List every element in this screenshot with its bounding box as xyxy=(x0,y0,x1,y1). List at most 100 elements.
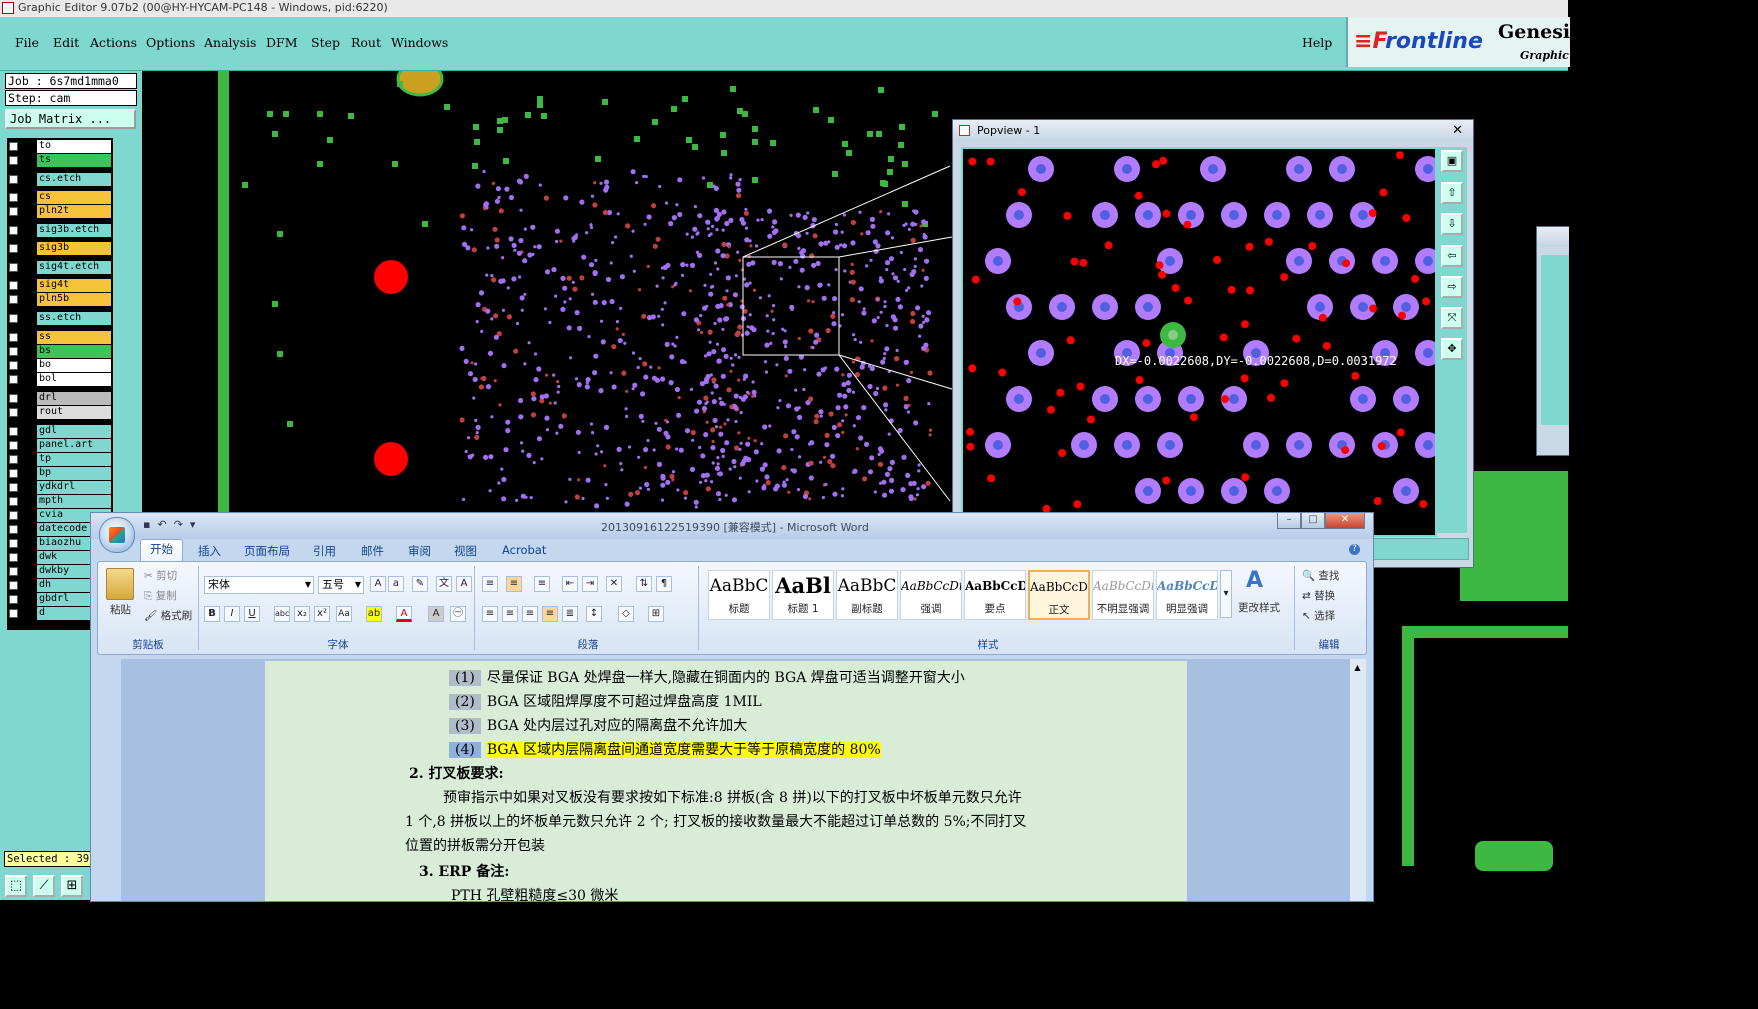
popview-fit-icon[interactable]: ⤧ xyxy=(1441,307,1463,329)
layer-name[interactable]: sig3b xyxy=(37,242,111,255)
layer-name[interactable]: drl xyxy=(37,392,111,405)
layer-row[interactable]: gdl xyxy=(7,425,113,438)
layer-name[interactable]: cs.etch xyxy=(37,173,111,186)
layer-row[interactable]: bp xyxy=(7,467,113,480)
layer-row[interactable]: pln5b xyxy=(7,293,113,306)
style-title[interactable]: AaBbC 标题 xyxy=(708,570,770,620)
layer-name[interactable]: ss xyxy=(37,331,111,344)
style-subtle-emphasis[interactable]: AaBbCcDt 不明显强调 xyxy=(1092,570,1154,620)
change-case-icon[interactable]: Aa xyxy=(336,606,352,622)
shrink-font-icon[interactable]: a xyxy=(388,576,404,592)
close-button[interactable]: ✕ xyxy=(1325,513,1365,529)
layer-name[interactable]: ss.etch xyxy=(37,312,111,325)
layer-checkbox[interactable] xyxy=(9,333,18,342)
layer-row[interactable]: bs xyxy=(7,345,113,358)
layer-row[interactable]: panel.art xyxy=(7,439,113,452)
menu-help[interactable]: Help xyxy=(1302,35,1332,50)
layer-checkbox[interactable] xyxy=(9,609,18,618)
tab-mailings[interactable]: 邮件 xyxy=(361,543,384,559)
layer-name[interactable]: to xyxy=(37,140,111,153)
italic-icon[interactable]: I xyxy=(224,606,240,622)
scroll-up-icon[interactable]: ▲ xyxy=(1352,663,1363,673)
layer-row[interactable]: bo xyxy=(7,359,113,372)
borders-icon[interactable]: ⊞ xyxy=(648,606,664,622)
style-strong[interactable]: AaBbCcD 要点 xyxy=(964,570,1026,620)
justify-icon[interactable]: ≡ xyxy=(542,606,558,622)
highlight-icon[interactable]: ab xyxy=(366,606,382,622)
style-intense-emphasis[interactable]: AaBbCcDt明显强调 xyxy=(1156,570,1218,620)
tab-acrobat[interactable]: Acrobat xyxy=(502,543,546,557)
subscript-icon[interactable]: x₂ xyxy=(294,606,310,622)
layer-checkbox[interactable] xyxy=(9,553,18,562)
layer-name[interactable]: bol xyxy=(37,373,111,386)
align-left-icon[interactable]: ≡ xyxy=(482,606,498,622)
multilevel-list-icon[interactable]: ≡ xyxy=(534,576,550,592)
layer-checkbox[interactable] xyxy=(9,595,18,604)
layer-checkbox[interactable] xyxy=(9,375,18,384)
style-normal[interactable]: AaBbCcDt 正文 xyxy=(1028,570,1090,620)
copy-button[interactable]: ⎘ 复制 xyxy=(144,588,177,603)
layer-checkbox[interactable] xyxy=(9,244,18,253)
enclose-char-icon[interactable]: ㊀ xyxy=(450,606,466,622)
popview-pan-up-icon[interactable]: ⇧ xyxy=(1441,182,1463,204)
layer-name[interactable]: mpth xyxy=(37,495,111,508)
undo-icon[interactable]: ↶ xyxy=(157,518,166,531)
word-titlebar[interactable]: 20130916122519390 [兼容模式] - Microsoft Wor… xyxy=(91,513,1373,539)
sort-icon[interactable]: ⇅ xyxy=(636,576,652,592)
layer-checkbox[interactable] xyxy=(9,455,18,464)
layer-checkbox[interactable] xyxy=(9,142,18,151)
replace-button[interactable]: ⇄ 替换 xyxy=(1302,588,1335,603)
paste-button[interactable]: 粘贴 xyxy=(110,602,131,617)
find-button[interactable]: 🔍 查找 xyxy=(1302,568,1339,583)
menu-options[interactable]: Options xyxy=(146,35,195,50)
layer-checkbox[interactable] xyxy=(9,281,18,290)
layer-checkbox[interactable] xyxy=(9,347,18,356)
layer-name[interactable]: bp xyxy=(37,467,111,480)
styles-scroll-icon[interactable]: ▾ xyxy=(1220,570,1232,618)
layer-row[interactable]: cs.etch xyxy=(7,173,113,186)
font-size-box[interactable]: 五号 ▼ xyxy=(318,576,364,594)
layer-row[interactable]: tp xyxy=(7,453,113,466)
redo-icon[interactable]: ↷ xyxy=(174,518,183,531)
layer-name[interactable]: pln5b xyxy=(37,293,111,306)
layer-checkbox[interactable] xyxy=(9,361,18,370)
font-name-box[interactable]: 宋体 ▼ xyxy=(204,576,314,594)
style-emphasis[interactable]: AaBbCcDt 强调 xyxy=(900,570,962,620)
layer-checkbox[interactable] xyxy=(9,263,18,272)
format-painter-button[interactable]: 🖌 格式刷 xyxy=(144,608,192,623)
layer-name[interactable]: sig4t xyxy=(37,279,111,292)
shading-icon[interactable]: ◇ xyxy=(618,606,634,622)
tab-view[interactable]: 视图 xyxy=(454,543,477,559)
change-styles-icon[interactable]: A xyxy=(1246,568,1263,593)
layer-row[interactable]: sig4t.etch xyxy=(7,261,113,274)
layer-row[interactable]: ts xyxy=(7,154,113,167)
layer-row[interactable]: rout xyxy=(7,406,113,419)
layer-name[interactable]: ts xyxy=(37,154,111,167)
vertical-scrollbar[interactable]: ▲ xyxy=(1349,659,1366,901)
line-spacing-icon[interactable]: ↕ xyxy=(586,606,602,622)
layer-checkbox[interactable] xyxy=(9,408,18,417)
layer-checkbox[interactable] xyxy=(9,497,18,506)
layer-name[interactable]: rout xyxy=(37,406,111,419)
layer-name[interactable]: bs xyxy=(37,345,111,358)
layer-name[interactable]: sig3b.etch xyxy=(37,224,111,237)
popview-canvas[interactable]: DX=-0.0022608,DY=-0.0022608,D=0.0031972 xyxy=(961,147,1437,537)
menu-dfm[interactable]: DFM xyxy=(266,35,298,50)
menu-file[interactable]: File xyxy=(15,35,39,50)
layer-row[interactable]: pln2t xyxy=(7,205,113,218)
layer-name[interactable]: panel.art xyxy=(37,439,111,452)
font-dropdown-icon[interactable]: ▼ xyxy=(305,577,313,593)
job-matrix-button[interactable]: Job Matrix ... xyxy=(5,109,136,129)
layer-checkbox[interactable] xyxy=(9,427,18,436)
layer-row[interactable]: ydkdrl xyxy=(7,481,113,494)
maximize-button[interactable]: □ xyxy=(1301,513,1325,529)
layer-name[interactable]: sig4t.etch xyxy=(37,261,111,274)
layer-checkbox[interactable] xyxy=(9,469,18,478)
tab-home[interactable]: 开始 xyxy=(140,539,183,561)
layer-checkbox[interactable] xyxy=(9,226,18,235)
popview-zoom-icon[interactable]: ▣ xyxy=(1441,150,1463,172)
help-icon[interactable]: ? xyxy=(1349,544,1360,555)
superscript-icon[interactable]: x² xyxy=(314,606,330,622)
underline-icon[interactable]: U xyxy=(244,606,260,622)
layer-checkbox[interactable] xyxy=(9,511,18,520)
